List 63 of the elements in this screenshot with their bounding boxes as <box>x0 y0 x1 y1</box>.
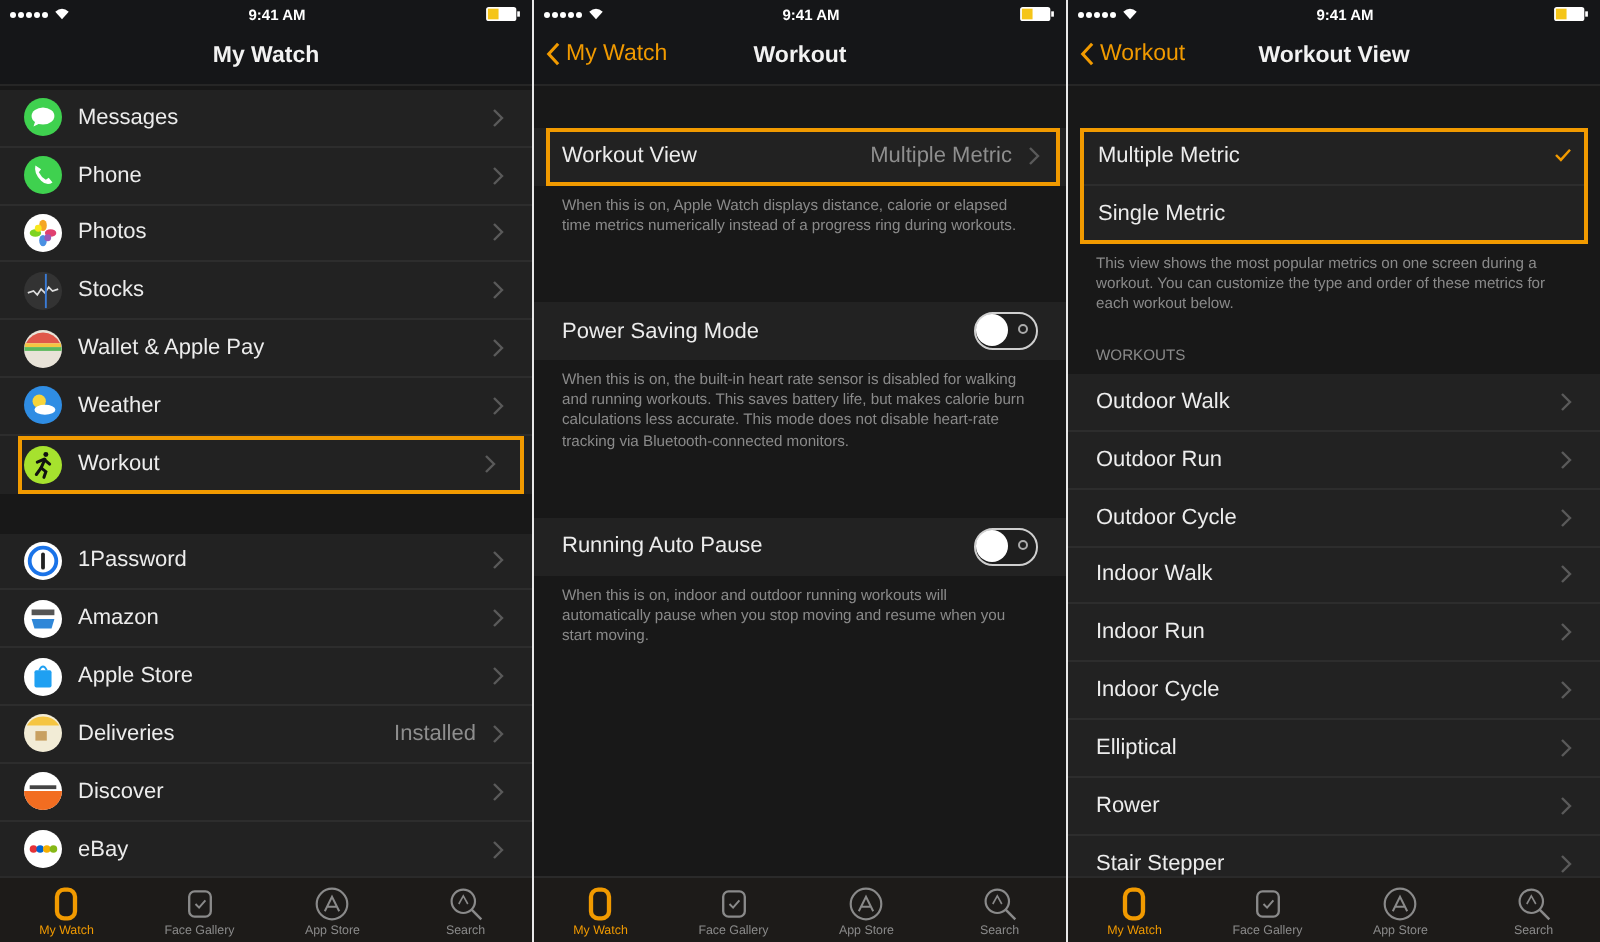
back-button[interactable]: My Watch <box>546 42 668 66</box>
chevron-icon <box>1028 146 1040 167</box>
back-chevron-icon <box>546 42 560 66</box>
checkmark-icon <box>1554 148 1572 163</box>
chevron-icon <box>492 666 504 687</box>
phone-icon <box>24 156 62 195</box>
app-store-icon <box>848 886 885 922</box>
chevron-icon <box>1560 680 1572 701</box>
bag-icon <box>24 657 62 696</box>
nav-title: My Watch <box>212 44 320 68</box>
back-label[interactable]: My Watch <box>566 42 668 66</box>
battery-icon <box>1551 6 1590 22</box>
dots-icon <box>24 830 62 869</box>
chevron-icon <box>492 550 504 571</box>
app-row[interactable]: Workout <box>18 435 524 494</box>
chevron-icon <box>492 222 504 243</box>
chevron-icon <box>492 723 504 744</box>
search-icon <box>1515 886 1552 922</box>
app-store-icon <box>1382 886 1419 922</box>
back-chevron-icon <box>1080 42 1094 66</box>
status-value: Installed <box>394 721 476 746</box>
chevron-icon <box>1560 622 1572 643</box>
chevron-icon <box>492 608 504 629</box>
flower-icon <box>24 213 62 252</box>
chevron-icon <box>1560 449 1572 470</box>
battery-icon <box>483 6 522 22</box>
back-button[interactable]: Workout <box>1080 42 1186 66</box>
keyhole-icon <box>24 541 62 580</box>
chevron-icon <box>492 781 504 802</box>
signal-icon <box>544 8 604 20</box>
chevron-icon <box>492 338 504 359</box>
cards-icon <box>24 329 62 368</box>
chevron-icon <box>1560 737 1572 758</box>
nav-title: Workout View <box>1258 44 1410 68</box>
setting-row[interactable]: Workout View Multiple Metric <box>546 128 1060 186</box>
chevron-icon <box>1560 392 1572 413</box>
line-graph-icon <box>24 271 62 310</box>
chevron-icon <box>492 839 504 860</box>
half-circle-icon <box>24 772 62 811</box>
chevron-icon <box>1560 564 1572 585</box>
sun-cloud-icon <box>24 386 62 425</box>
chevron-icon <box>1560 795 1572 816</box>
chevron-icon <box>492 165 504 186</box>
runner-icon <box>24 445 62 484</box>
chevron-icon <box>492 395 504 416</box>
toggle-switch[interactable] <box>974 527 1038 566</box>
chevron-icon <box>484 454 496 475</box>
app-store-icon <box>314 886 351 922</box>
setting-value: Multiple Metric <box>870 144 1012 169</box>
nav-title: Workout <box>753 44 847 68</box>
signal-icon <box>1078 8 1138 20</box>
speech-bubble-icon <box>24 98 62 137</box>
package-icon <box>24 714 62 753</box>
toggle-switch[interactable] <box>974 312 1038 351</box>
signal-icon <box>10 8 70 20</box>
chevron-icon <box>1560 853 1572 874</box>
search-icon <box>981 886 1018 922</box>
chevron-icon <box>1560 507 1572 528</box>
search-icon <box>447 886 484 922</box>
back-label[interactable]: Workout <box>1100 42 1186 66</box>
chevron-icon <box>492 280 504 301</box>
battery-icon <box>1017 6 1056 22</box>
chevron-icon <box>492 107 504 128</box>
